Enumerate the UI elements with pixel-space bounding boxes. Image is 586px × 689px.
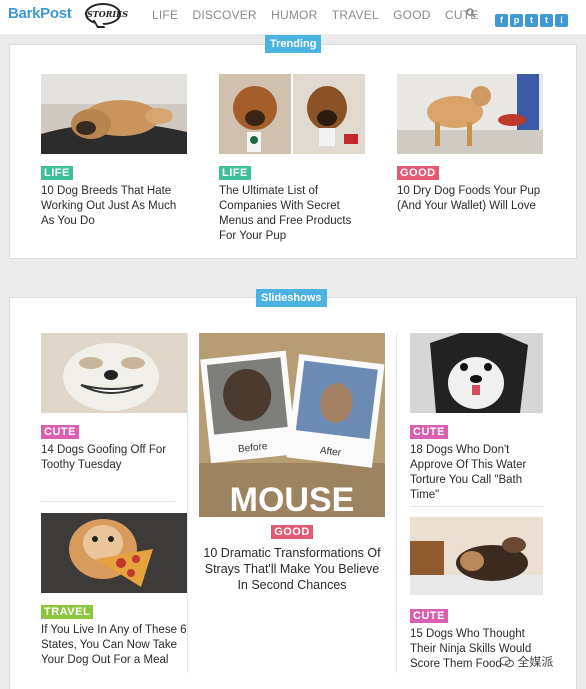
- column-divider: [396, 333, 397, 673]
- mouse-title-text: MOUSE: [230, 481, 355, 517]
- slideshows-label: Slideshows: [256, 289, 327, 307]
- trending-card-2[interactable]: LIFE The Ultimate List of Companies With…: [219, 74, 365, 244]
- card-title[interactable]: 18 Dogs Who Don't Approve Of This Water …: [410, 443, 543, 503]
- category-tag[interactable]: TRAVEL: [41, 605, 94, 619]
- slideshow-featured-card[interactable]: Before After MOUSE GOOD 10 Dramatic Tran…: [199, 333, 385, 593]
- main-nav: LIFE DISCOVER HUMOR TRAVEL GOOD CUTE: [152, 8, 489, 22]
- social-links: fptti: [495, 10, 570, 28]
- twitter-icon[interactable]: t: [540, 14, 553, 27]
- nav-item-humor[interactable]: HUMOR: [271, 8, 317, 22]
- nav-item-life[interactable]: LIFE: [152, 8, 178, 22]
- watermark: 全媒派: [499, 653, 554, 670]
- ninja-puppy-image: [410, 517, 543, 595]
- card-title[interactable]: 10 Dry Dog Foods Your Pup (And Your Wall…: [397, 184, 543, 214]
- trending-label: Trending: [265, 35, 322, 53]
- pinterest-icon[interactable]: p: [510, 14, 523, 27]
- tumblr-icon[interactable]: t: [525, 14, 538, 27]
- wet-dog-image: [410, 333, 543, 413]
- card-title[interactable]: 10 Dramatic Transformations Of Strays Th…: [199, 545, 385, 593]
- search-icon[interactable]: [466, 8, 476, 18]
- category-tag[interactable]: LIFE: [41, 166, 73, 180]
- card-title[interactable]: 14 Dogs Goofing Off For Toothy Tuesday: [41, 443, 187, 473]
- barkpost-logo[interactable]: BarkPost: [8, 5, 72, 22]
- category-tag[interactable]: GOOD: [397, 166, 439, 180]
- stories-badge[interactable]: STORIES: [85, 3, 128, 25]
- nav-item-travel[interactable]: TRAVEL: [332, 8, 379, 22]
- slideshow-card-1[interactable]: CUTE 14 Dogs Goofing Off For Toothy Tues…: [41, 333, 187, 473]
- category-tag[interactable]: CUTE: [41, 425, 79, 439]
- row-divider: [410, 506, 543, 507]
- trending-card-3[interactable]: GOOD 10 Dry Dog Foods Your Pup (And Your…: [397, 74, 543, 214]
- top-bar: BarkPost STORIES LIFE DISCOVER HUMOR TRA…: [0, 0, 586, 34]
- dog-pizza-image: [41, 513, 187, 593]
- card-title[interactable]: 10 Dog Breeds That Hate Working Out Just…: [41, 184, 187, 229]
- category-tag[interactable]: CUTE: [410, 609, 448, 623]
- watermark-text: 全媒派: [517, 655, 554, 669]
- pug-sleeping-image: [41, 74, 187, 154]
- slideshow-card-5[interactable]: CUTE 15 Dogs Who Thought Their Ninja Ski…: [410, 517, 543, 672]
- smiling-dog-image: [41, 333, 187, 413]
- row-divider: [41, 501, 175, 502]
- before-after-image: Before After MOUSE: [199, 333, 385, 517]
- card-title[interactable]: The Ultimate List of Companies With Secr…: [219, 184, 365, 244]
- facebook-icon[interactable]: f: [495, 14, 508, 27]
- dogs-starbucks-image: [219, 74, 365, 154]
- nav-item-discover[interactable]: DISCOVER: [193, 8, 257, 22]
- instagram-icon[interactable]: i: [555, 14, 568, 27]
- column-divider: [187, 333, 188, 673]
- puppy-food-bowl-image: [397, 74, 543, 154]
- slideshow-card-2[interactable]: TRAVEL If You Live In Any of These 6 Sta…: [41, 513, 187, 668]
- category-tag[interactable]: LIFE: [219, 166, 251, 180]
- nav-item-good[interactable]: GOOD: [393, 8, 430, 22]
- category-tag[interactable]: CUTE: [410, 425, 448, 439]
- trending-card-1[interactable]: LIFE 10 Dog Breeds That Hate Working Out…: [41, 74, 187, 229]
- category-tag[interactable]: GOOD: [271, 525, 313, 539]
- slideshow-card-4[interactable]: CUTE 18 Dogs Who Don't Approve Of This W…: [410, 333, 543, 503]
- card-title[interactable]: If You Live In Any of These 6 States, Yo…: [41, 623, 187, 668]
- wechat-icon: [499, 656, 514, 668]
